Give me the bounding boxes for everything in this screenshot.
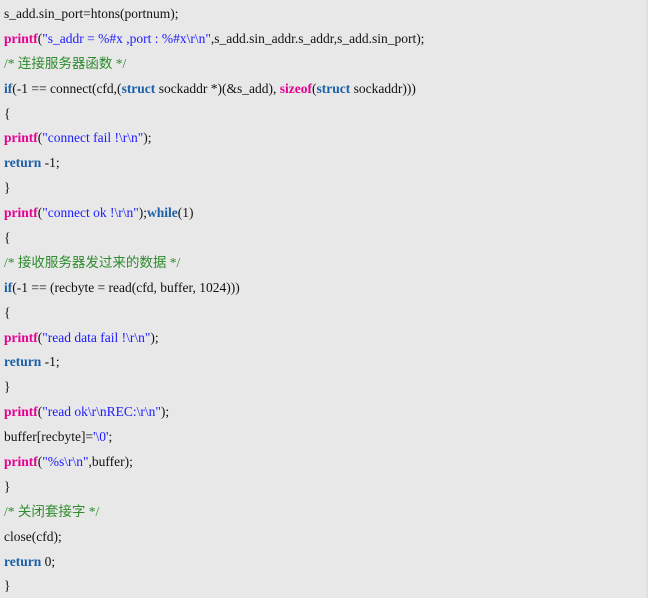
string-token: "read ok\r\nREC:\r\n" [42,404,161,420]
code-line: /* 连接服务器函数 */ [0,52,648,77]
code-line: if(-1 == (recbyte = read(cfd, buffer, 10… [0,276,648,301]
code-line: close(cfd); [0,525,648,550]
text-token: -1; [41,155,60,171]
code-lines-container: s_add.sin_port=htons(portnum); printf("s_… [0,2,648,599]
comment-token: /* 连接服务器函数 */ [4,55,127,71]
text-token: } [4,379,11,395]
string-token: "%s\r\n" [42,454,89,470]
code-line: /* 关闭套接字 */ [0,500,648,525]
text-token: buffer[recbyte]= [4,429,94,445]
text-token: { [4,230,11,246]
code-line: { [0,226,648,251]
code-line: buffer[recbyte]='\0'; [0,425,648,450]
code-line: } [0,375,648,400]
string-token: "s_addr = %#x ,port : %#x\r\n" [42,30,211,46]
text-token: ; [108,429,113,445]
code-line: s_add.sin_port=htons(portnum); [0,2,648,27]
text-token: (1) [177,205,194,221]
code-line: { [0,102,648,127]
code-line: /* 接收服务器发过来的数据 */ [0,251,648,276]
code-line: printf("connect fail !\r\n"); [0,126,648,151]
code-line: printf("s_addr = %#x ,port : %#x\r\n",s_… [0,27,648,52]
text-token: ); [150,329,159,345]
function-token: printf [4,329,38,345]
keyword-token: if [4,279,13,295]
text-token: close(cfd); [4,528,62,544]
keyword-token: if [4,80,13,96]
function-token: sizeof [279,80,313,96]
keyword-token: struct [316,80,351,96]
text-token: (-1 == (recbyte = read(cfd, buffer, 1024… [12,279,240,295]
text-token: } [4,180,11,196]
text-token: sockaddr *)(&s_add), [155,80,280,96]
text-token: { [4,304,11,320]
function-token: printf [4,454,38,470]
function-token: printf [4,130,38,146]
keyword-token: return [4,553,42,569]
text-token: } [4,578,11,594]
string-token: "read data fail !\r\n" [42,329,151,345]
text-token: 0; [41,553,56,569]
text-token: sockaddr))) [350,80,416,96]
text-token: } [4,478,11,494]
text-token: -1; [41,354,60,370]
code-line: return -1; [0,151,648,176]
code-line: return 0; [0,550,648,575]
code-line: { [0,301,648,326]
keyword-token: return [4,354,42,370]
code-line: printf("connect ok !\r\n");while(1) [0,201,648,226]
text-token: ,buffer); [88,454,133,470]
function-token: printf [4,205,38,221]
text-token: { [4,105,11,121]
keyword-token: return [4,155,42,171]
function-token: printf [4,404,38,420]
string-token: "connect ok !\r\n" [42,205,139,221]
keyword-token: struct [121,80,156,96]
comment-token: /* 关闭套接字 */ [4,503,100,519]
text-token: s_add.sin_port=htons(portnum); [4,6,179,21]
string-token: '\0' [93,429,109,445]
code-line: if(-1 == connect(cfd,(struct sockaddr *)… [0,77,648,102]
code-line: printf("%s\r\n",buffer); [0,450,648,475]
keyword-token: while [147,205,178,221]
code-viewer: s_add.sin_port=htons(portnum); printf("s_… [0,0,648,598]
text-token: (-1 == connect(cfd,( [12,80,122,96]
text-token: ); [160,404,170,420]
code-line: } [0,574,648,599]
text-token: ,s_add.sin_addr.s_addr,s_add.sin_port); [210,30,425,46]
code-line: return -1; [0,350,648,375]
code-line: printf("read ok\r\nREC:\r\n"); [0,400,648,425]
text-token: ); [143,130,152,146]
code-line: } [0,176,648,201]
function-token: printf [4,30,38,46]
string-token: "connect fail !\r\n" [42,130,144,146]
code-line: printf("read data fail !\r\n"); [0,326,648,351]
comment-token: /* 接收服务器发过来的数据 */ [4,254,181,270]
code-line: } [0,475,648,500]
text-token: ); [138,205,147,221]
